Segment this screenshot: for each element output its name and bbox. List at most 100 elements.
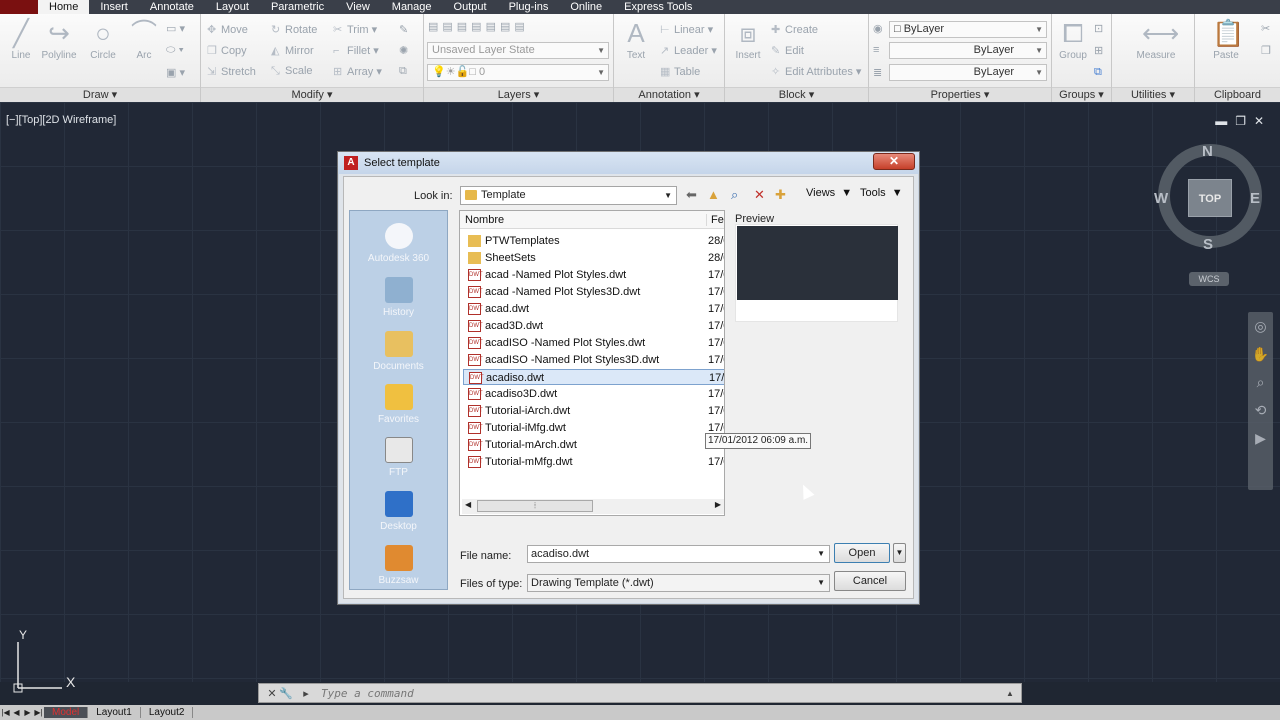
back-icon[interactable]: ⬅ (686, 187, 697, 203)
file-row[interactable]: DWTacadiso3D.dwt 17/0 (463, 386, 724, 402)
file-row[interactable]: SheetSets 28/0 (463, 250, 724, 266)
group-edit-icon[interactable]: ⊞ (1094, 44, 1103, 57)
color-select[interactable]: □ ByLayer ▼ (889, 21, 1047, 38)
place-history[interactable]: History (350, 277, 447, 318)
scroll-right-icon[interactable]: ▶ (715, 500, 721, 509)
copy-clip-icon[interactable]: ❐ (1261, 44, 1271, 57)
app-menu-button[interactable] (0, 0, 38, 14)
circle-tool[interactable]: ○ Circle (82, 18, 124, 61)
mirror-tool[interactable]: ◭ Mirror (271, 44, 314, 57)
tab-view[interactable]: View (335, 0, 381, 14)
tab-layout1[interactable]: Layout1 (88, 707, 141, 718)
draw-panel-label[interactable]: Draw ▾ (0, 87, 200, 102)
tab-express-tools[interactable]: Express Tools (613, 0, 703, 14)
create-tool[interactable]: ✚ Create (771, 23, 818, 36)
delete-icon[interactable]: ✕ (754, 187, 765, 203)
stretch-tool[interactable]: ⇲ Stretch (207, 65, 256, 78)
file-row[interactable]: DWTacad -Named Plot Styles.dwt 17/0 (463, 267, 724, 283)
files-of-type-select[interactable]: Drawing Template (*.dwt) ▼ (527, 574, 830, 592)
polyline-tool[interactable]: ↪ Polyline (38, 18, 80, 61)
chevron-up-icon[interactable]: ▲ (1003, 689, 1017, 698)
copy-tool[interactable]: ❐ Copy (207, 44, 247, 57)
command-prompt-icon[interactable]: ▸ (299, 687, 313, 700)
annotation-panel-label[interactable]: Annotation ▾ (614, 87, 724, 102)
compass-west[interactable]: W (1154, 190, 1168, 207)
wcs-menu[interactable]: WCS (1189, 272, 1229, 286)
file-row[interactable]: DWTacadISO -Named Plot Styles3D.dwt 17/0 (463, 352, 724, 368)
search-web-icon[interactable]: ⌕ (731, 187, 738, 203)
edit-tool[interactable]: ✎ Edit (771, 44, 804, 57)
next-tab-icon[interactable]: ▶ (22, 708, 33, 717)
zoom-icon[interactable]: ⌕ (1248, 368, 1273, 396)
hatch-icon[interactable]: ⬭ ▾ (166, 44, 184, 57)
move-tool[interactable]: ✥ Move (207, 23, 248, 36)
tab-annotate[interactable]: Annotate (139, 0, 205, 14)
match-properties-icon[interactable]: ◉ (873, 22, 883, 35)
up-folder-icon[interactable]: ▲ (707, 187, 720, 202)
groups-panel-label[interactable]: Groups ▾ (1052, 87, 1111, 102)
file-row[interactable]: DWTTutorial-iArch.dwt 17/0 (463, 403, 724, 419)
leader-tool[interactable]: ↗ Leader ▾ (660, 44, 717, 57)
place-autodesk-360[interactable]: Autodesk 360 (350, 223, 447, 264)
column-date[interactable]: Fech (706, 214, 724, 226)
steering-wheel-icon[interactable]: ◎ (1248, 312, 1273, 340)
text-tool[interactable]: A Text (615, 18, 657, 61)
showmotion-icon[interactable]: ▶ (1248, 424, 1273, 452)
place-ftp[interactable]: FTP (350, 437, 447, 478)
command-input[interactable]: Type a command (321, 687, 1003, 700)
tab-layout2[interactable]: Layout2 (141, 707, 194, 718)
last-tab-icon[interactable]: ▶| (33, 708, 44, 717)
wrench-icon[interactable]: 🔧 (279, 687, 293, 700)
file-row[interactable]: DWTacad -Named Plot Styles3D.dwt 17/0 (463, 284, 724, 300)
modify-panel-label[interactable]: Modify ▾ (201, 87, 423, 102)
tab-manage[interactable]: Manage (381, 0, 443, 14)
tab-output[interactable]: Output (443, 0, 498, 14)
block-panel-label[interactable]: Block ▾ (725, 87, 868, 102)
compass-north[interactable]: N (1202, 143, 1213, 160)
layers-panel-label[interactable]: Layers ▾ (424, 87, 613, 102)
compass-south[interactable]: S (1203, 236, 1213, 253)
measure-tool[interactable]: ⟷ Measure (1126, 18, 1186, 61)
file-row[interactable]: DWTTutorial-mMfg.dwt 17/0 (463, 454, 724, 470)
region-icon[interactable]: ▣ ▾ (166, 66, 185, 79)
cancel-button[interactable]: Cancel (834, 571, 906, 591)
place-desktop[interactable]: Desktop (350, 491, 447, 532)
fillet-tool[interactable]: ⌐ Fillet ▾ (333, 44, 379, 57)
tab-parametric[interactable]: Parametric (260, 0, 335, 14)
pan-icon[interactable]: ✋ (1248, 340, 1273, 368)
dialog-close-button[interactable]: ✕ (873, 153, 915, 170)
rotate-tool[interactable]: ↻ Rotate (271, 23, 317, 36)
viewcube-top-face[interactable]: TOP (1188, 179, 1232, 217)
paste-tool[interactable]: 📋 Paste (1205, 18, 1247, 61)
file-row[interactable]: DWTacad3D.dwt 17/0 (463, 318, 724, 334)
erase-icon[interactable]: ✎ (399, 23, 408, 36)
viewport-label[interactable]: [−][Top][2D Wireframe] (6, 114, 116, 126)
array-tool[interactable]: ⊞ Array ▾ (333, 65, 382, 78)
file-row[interactable]: PTWTemplates 28/0 (463, 233, 724, 249)
scale-tool[interactable]: ⤡ Scale (271, 65, 313, 78)
group-select-icon[interactable]: ⧉ (1094, 66, 1102, 79)
file-row[interactable]: DWTacad.dwt 17/0 (463, 301, 724, 317)
layer-state-select[interactable]: Unsaved Layer State ▼ (427, 42, 609, 59)
clipboard-panel-label[interactable]: Clipboard (1195, 87, 1280, 102)
insert-tool[interactable]: ⧈ Insert (727, 18, 769, 61)
linetype-select[interactable]: ByLayer ▼ (889, 42, 1047, 59)
file-row[interactable]: DWTacadISO -Named Plot Styles.dwt 17/0 (463, 335, 724, 351)
file-row[interactable]: DWTTutorial-iMfg.dwt17/0 (463, 420, 724, 436)
scroll-left-icon[interactable]: ◀ (465, 500, 471, 509)
cut-icon[interactable]: ✂ (1261, 22, 1270, 35)
group-tool[interactable]: ⧠ Group (1052, 18, 1094, 61)
utilities-panel-label[interactable]: Utilities ▾ (1112, 87, 1194, 102)
viewport-window-controls[interactable]: ▬❐✕ (1215, 114, 1272, 128)
compass-east[interactable]: E (1250, 190, 1260, 207)
tools-menu[interactable]: Tools ▼ (860, 187, 903, 199)
tab-home[interactable]: Home (38, 0, 90, 14)
tab-layout[interactable]: Layout (205, 0, 260, 14)
offset-icon[interactable]: ⧉ (399, 65, 407, 78)
line-tool[interactable]: ╱ Line (0, 18, 42, 61)
file-row[interactable]: DWTTutorial-mArch.dwt17/0 (463, 437, 724, 453)
new-folder-icon[interactable]: ✚ (775, 187, 786, 203)
orbit-icon[interactable]: ⟲ (1248, 396, 1273, 424)
lineweight-select[interactable]: ByLayer ▼ (889, 64, 1047, 81)
column-name[interactable]: Nombre (465, 214, 504, 226)
